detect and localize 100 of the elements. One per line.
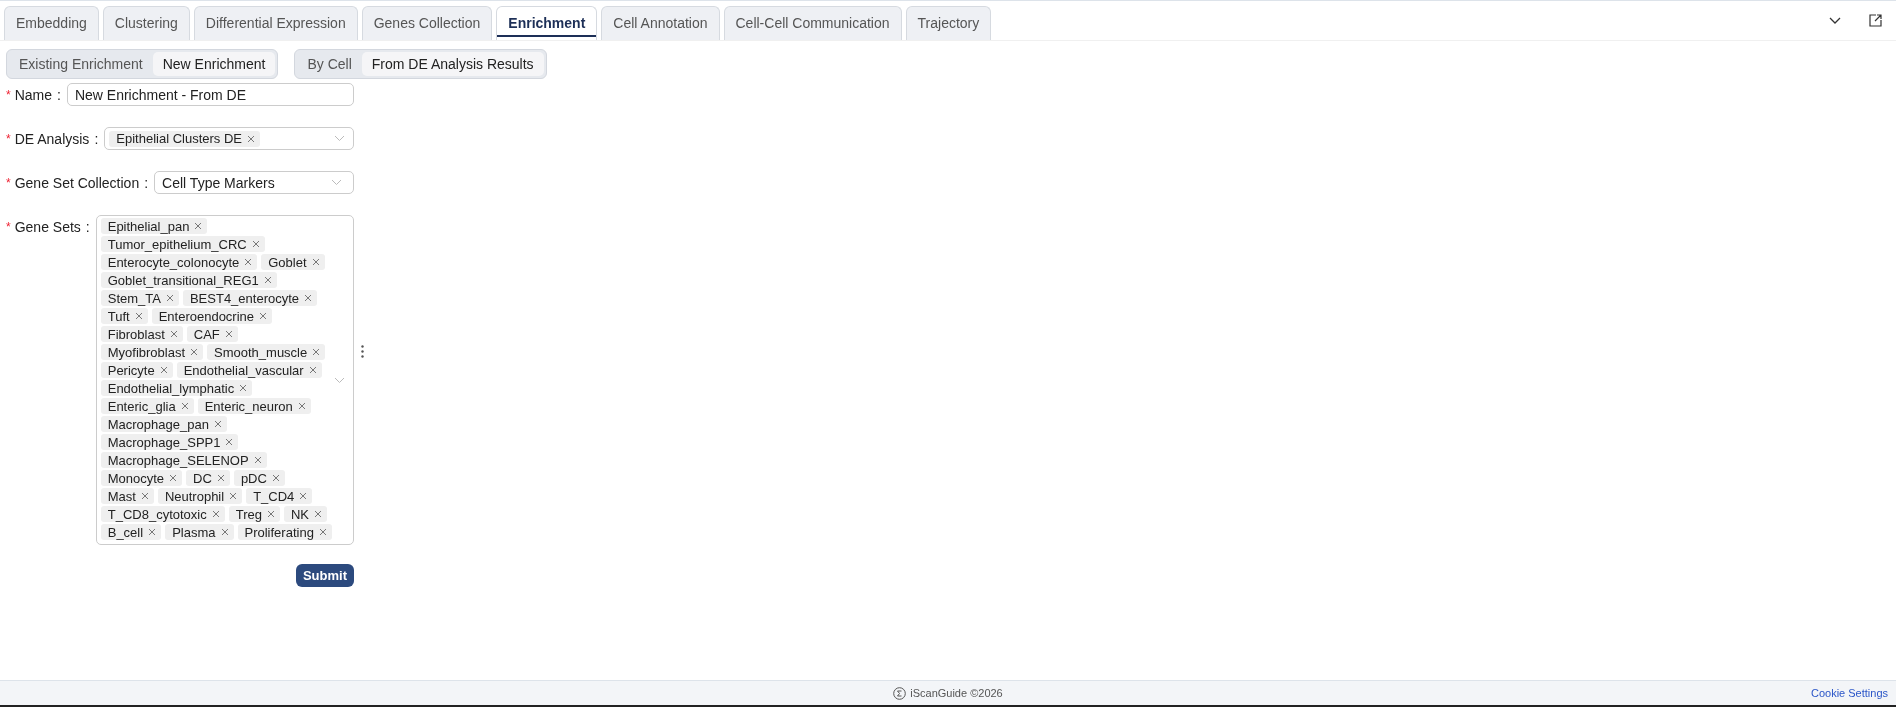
remove-icon[interactable]	[244, 258, 253, 266]
remove-icon[interactable]	[312, 348, 321, 356]
remove-icon[interactable]	[304, 294, 313, 302]
field-label: Gene Set Collection	[14, 175, 140, 191]
field-label: DE Analysis	[14, 131, 90, 147]
tab[interactable]: Clustering	[102, 6, 190, 40]
colon: :	[94, 131, 99, 147]
multi-select-field[interactable]: Epithelial Clusters DE	[104, 127, 354, 150]
select-field[interactable]: Cell Type Markers	[154, 171, 354, 194]
required-mark: *	[6, 176, 11, 190]
cookie-settings-link[interactable]: Cookie Settings	[1810, 687, 1888, 699]
external-link-icon[interactable]	[1869, 14, 1882, 27]
colon: :	[57, 87, 61, 103]
tab[interactable]: Genes Collection	[361, 6, 493, 40]
remove-icon[interactable]	[225, 438, 234, 446]
segment-option[interactable]: By Cell	[297, 52, 362, 76]
tab[interactable]: Embedding	[4, 6, 99, 40]
remove-icon[interactable]	[266, 510, 275, 518]
remove-icon[interactable]	[134, 312, 143, 320]
remove-icon[interactable]	[140, 492, 149, 500]
remove-icon[interactable]	[318, 528, 327, 536]
tag-label: B_cell	[107, 524, 144, 540]
remove-icon[interactable]	[216, 474, 225, 482]
field-label: Gene Sets	[14, 219, 81, 235]
tag-label: NK	[290, 506, 309, 522]
remove-icon[interactable]	[194, 222, 203, 230]
required-mark: *	[6, 132, 11, 146]
tab[interactable]: Enrichment	[496, 6, 598, 40]
logo-icon	[893, 686, 907, 700]
remove-icon[interactable]	[220, 528, 229, 536]
tag-label: Enteric_glia	[107, 398, 176, 414]
tag-label: Epithelial_pan	[107, 218, 190, 234]
tag-label: Enterocyte_colonocyte	[107, 254, 240, 270]
remove-icon[interactable]	[229, 492, 238, 500]
tag-label: BEST4_enterocyte	[189, 290, 300, 306]
tag-label: Neutrophil	[164, 488, 225, 504]
tag-label: Macrophage_SPP1	[107, 434, 221, 450]
tab[interactable]: Differential Expression	[193, 6, 358, 40]
tag-label: Macrophage_SELENOP	[107, 452, 249, 468]
colon: :	[144, 175, 149, 191]
tag-label: Enteroendocrine	[158, 308, 255, 324]
tag-label: Proliferating	[244, 524, 314, 540]
remove-icon[interactable]	[314, 510, 322, 518]
tag-label: Goblet	[268, 254, 307, 270]
remove-icon[interactable]	[299, 492, 308, 500]
segment-option[interactable]: Existing Enrichment	[9, 52, 153, 76]
tag-label: Mast	[107, 488, 136, 504]
remove-icon[interactable]	[169, 330, 178, 338]
copyright-text: iScanGuide ©2026	[910, 687, 1003, 699]
tag-label: Endothelial_vascular	[183, 362, 304, 378]
tag-label: Tumor_epithelium_CRC	[107, 236, 247, 252]
remove-icon[interactable]	[148, 528, 157, 536]
tag-label: Fibroblast	[107, 326, 165, 342]
tag-label: Pericyte	[107, 362, 155, 378]
required-mark: *	[6, 220, 11, 234]
tab[interactable]: Cell Annotation	[601, 6, 720, 40]
tag-label: Smooth_muscle	[214, 344, 308, 360]
segment-option[interactable]: From DE Analysis Results	[361, 52, 544, 76]
tag-label: Plasma	[172, 524, 216, 540]
tag-label: Endothelial_lymphatic	[107, 380, 235, 396]
remove-icon[interactable]	[165, 294, 174, 302]
remove-icon[interactable]	[251, 240, 260, 248]
tag-label: T_CD4	[253, 488, 295, 504]
submit-button[interactable]: Submit	[295, 564, 354, 587]
tag-label: Stem_TA	[107, 290, 161, 306]
tag-label: Treg	[235, 506, 262, 522]
remove-icon[interactable]	[253, 456, 262, 464]
tag-label: Epithelial Clusters DE	[116, 131, 242, 146]
remove-icon[interactable]	[239, 384, 248, 392]
field-label: Name	[14, 87, 53, 103]
remove-icon[interactable]	[211, 510, 220, 518]
required-mark: *	[6, 88, 11, 102]
multi-select-field[interactable]	[95, 215, 354, 545]
tab[interactable]: Cell-Cell Communication	[723, 6, 902, 40]
remove-icon[interactable]	[190, 348, 199, 356]
tag-label: T_CD8_cytotoxic	[107, 506, 207, 522]
chevron-down-icon[interactable]	[1829, 16, 1841, 25]
name-field[interactable]: New Enrichment - From DE	[66, 83, 354, 106]
colon: :	[85, 219, 90, 235]
remove-icon[interactable]	[271, 474, 280, 482]
tag-label: Goblet_transitional_REG1	[107, 272, 259, 288]
remove-icon[interactable]	[259, 312, 268, 320]
remove-icon[interactable]	[180, 402, 189, 410]
tag-label: Macrophage_pan	[107, 416, 209, 432]
remove-icon[interactable]	[213, 420, 222, 428]
remove-icon[interactable]	[308, 366, 317, 374]
tag-label: CAF	[193, 326, 220, 342]
tag-label: Myofibroblast	[107, 344, 186, 360]
resize-handle-icon[interactable]	[361, 345, 364, 358]
tag-label: Monocyte	[107, 470, 165, 486]
segment-option[interactable]: New Enrichment	[152, 52, 276, 76]
remove-icon[interactable]	[224, 330, 233, 338]
remove-icon[interactable]	[247, 134, 255, 143]
remove-icon[interactable]	[263, 276, 272, 284]
remove-icon[interactable]	[311, 258, 320, 266]
tag-label: pDC	[240, 470, 267, 486]
remove-icon[interactable]	[297, 402, 306, 410]
remove-icon[interactable]	[169, 474, 178, 482]
tab[interactable]: Trajectory	[905, 6, 992, 40]
remove-icon[interactable]	[159, 366, 168, 374]
